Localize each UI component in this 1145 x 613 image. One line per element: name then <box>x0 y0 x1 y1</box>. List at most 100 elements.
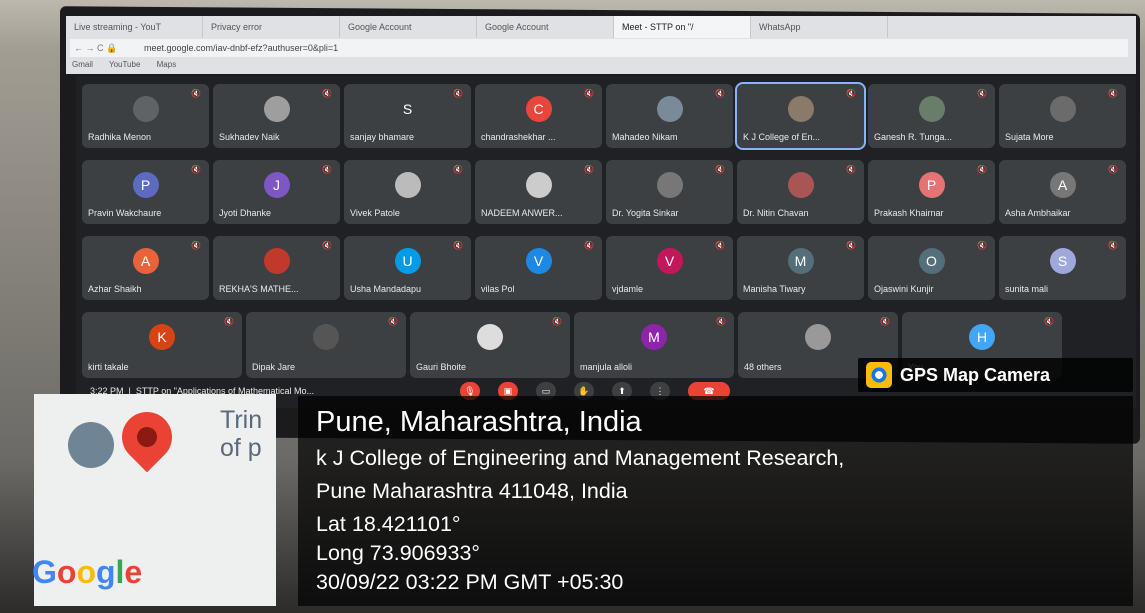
address-line-1: k J College of Engineering and Managemen… <box>316 446 845 470</box>
participant-avatar <box>263 96 290 122</box>
participant-name: Dr. Yogita Sinkar <box>612 208 679 218</box>
participant-tile[interactable]: P 🔇 Pravin Wakchaure <box>82 160 209 224</box>
participant-name: Gauri Bhoite <box>416 362 467 372</box>
participant-name: Ganesh R. Tunga... <box>874 132 953 142</box>
participant-avatar: S <box>1049 248 1076 274</box>
participant-avatar: A <box>1049 172 1076 198</box>
participant-tile[interactable]: 🔇 Gauri Bhoite <box>410 312 570 378</box>
participant-tile[interactable]: V 🔇 vjdamle <box>606 236 733 300</box>
participant-tile[interactable]: 🔇 NADEEM ANWER... <box>475 160 602 224</box>
map-place-label: Trin of p <box>220 406 263 462</box>
browser-tab[interactable]: Google Account <box>477 16 614 38</box>
participant-tile[interactable]: K 🔇 kirti takale <box>82 312 242 378</box>
address-bar[interactable]: ← → C 🔒 meet.google.com/iav-dnbf-efz?auth… <box>70 39 1128 57</box>
education-place-icon <box>68 422 114 468</box>
muted-mic-icon: 🔇 <box>977 241 987 250</box>
participant-name: Manisha Tiwary <box>743 284 806 294</box>
browser-window: Live streaming - YouT Privacy error Google… <box>66 16 1136 74</box>
muted-mic-icon: 🔇 <box>453 241 463 250</box>
participant-avatar <box>787 172 814 198</box>
muted-mic-icon: 🔇 <box>584 165 594 174</box>
participant-tile[interactable]: 🔇 Dr. Yogita Sinkar <box>606 160 733 224</box>
bookmark-maps[interactable]: Maps <box>157 60 177 69</box>
participant-avatar: M <box>787 248 814 274</box>
participant-tile[interactable]: M 🔇 Manisha Tiwary <box>737 236 864 300</box>
participant-tile[interactable]: 🔇 Vivek Patole <box>344 160 471 224</box>
participant-tile[interactable]: 🔇 REKHA'S MATHE... <box>213 236 340 300</box>
participant-name: manjula alloli <box>580 362 633 372</box>
participant-name: Sukhadev Naik <box>219 132 280 142</box>
participant-tile[interactable]: 🔇 K J College of En... <box>735 82 866 150</box>
gps-map-camera-badge: GPS Map Camera <box>858 358 1133 392</box>
participant-tile[interactable]: C 🔇 chandrashekhar ... <box>475 84 602 148</box>
browser-tab[interactable]: Privacy error <box>203 16 340 38</box>
participant-name: Jyoti Dhanke <box>219 208 272 218</box>
address-line-2: Pune Maharashtra 411048, India <box>316 479 628 503</box>
bookmark-youtube[interactable]: YouTube <box>109 60 140 69</box>
participant-avatar <box>787 96 814 122</box>
participant-tile[interactable]: 🔇 Mahadeo Nikam <box>606 84 733 148</box>
participant-tile[interactable]: 🔇 Radhika Menon <box>82 84 209 148</box>
participant-name: kirti takale <box>88 362 129 372</box>
muted-mic-icon: 🔇 <box>715 89 725 98</box>
participant-avatar: V <box>656 248 683 274</box>
participant-tile[interactable]: 🔇 Dipak Jare <box>246 312 406 378</box>
muted-mic-icon: 🔇 <box>584 241 594 250</box>
participant-name: Azhar Shaikh <box>88 284 142 294</box>
participant-name: Prakash Khairnar <box>874 208 944 218</box>
latitude: Lat 18.421101° <box>316 512 461 536</box>
participant-tile[interactable]: 🔇 Ganesh R. Tunga... <box>868 84 995 148</box>
participant-tile[interactable]: A 🔇 Asha Ambhaikar <box>999 160 1126 224</box>
participant-tile[interactable]: J 🔇 Jyoti Dhanke <box>213 160 340 224</box>
muted-mic-icon: 🔇 <box>552 317 562 326</box>
muted-mic-icon: 🔇 <box>453 89 463 98</box>
participant-avatar <box>394 172 421 198</box>
browser-tab[interactable]: WhatsApp <box>751 16 888 38</box>
participant-tile[interactable]: 🔇 Sukhadev Naik <box>213 84 340 148</box>
participant-avatar: S <box>394 96 421 122</box>
gps-camera-logo-icon <box>866 362 892 388</box>
participant-tile[interactable]: A 🔇 Azhar Shaikh <box>82 236 209 300</box>
participant-name: Mahadeo Nikam <box>612 132 678 142</box>
meet-grid: 🔇 Radhika Menon 🔇 Sukhadev Naik S 🔇 sanjay bha… <box>76 76 1136 406</box>
participant-avatar <box>656 172 683 198</box>
tab-strip: Live streaming - YouT Privacy error Google… <box>66 16 1136 38</box>
participant-tile[interactable]: S 🔇 sunita mali <box>999 236 1126 300</box>
participant-name: Vivek Patole <box>350 208 400 218</box>
participant-tile[interactable]: 🔇 Sujata More <box>999 84 1126 148</box>
participant-avatar: C <box>525 96 552 122</box>
participant-tile[interactable]: U 🔇 Usha Mandadapu <box>344 236 471 300</box>
participant-avatar: A <box>132 248 159 274</box>
browser-tab[interactable]: Google Account <box>340 16 477 38</box>
participant-name: K J College of En... <box>743 132 821 142</box>
muted-mic-icon: 🔇 <box>322 165 332 174</box>
browser-tab[interactable]: Meet - STTP on "/ <box>614 16 751 38</box>
muted-mic-icon: 🔇 <box>977 165 987 174</box>
muted-mic-icon: 🔇 <box>880 317 890 326</box>
participant-avatar <box>1049 96 1076 122</box>
muted-mic-icon: 🔇 <box>715 165 725 174</box>
participant-avatar: V <box>525 248 552 274</box>
participant-tile[interactable]: P 🔇 Prakash Khairnar <box>868 160 995 224</box>
muted-mic-icon: 🔇 <box>846 89 856 98</box>
participant-name: Dipak Jare <box>252 362 296 372</box>
participant-avatar: J <box>263 172 290 198</box>
participant-name: vjdamle <box>612 284 644 294</box>
longitude: Long 73.906933° <box>316 541 481 565</box>
participant-tile[interactable]: M 🔇 manjula alloli <box>574 312 734 378</box>
nav-buttons[interactable]: ← → C 🔒 <box>70 39 144 57</box>
browser-tab[interactable]: Live streaming - YouT <box>66 16 203 38</box>
map-thumbnail: Trin of p Google <box>32 394 276 606</box>
google-logo: Google <box>32 554 143 590</box>
participant-name: Ojaswini Kunjir <box>874 284 934 294</box>
participant-tile[interactable]: O 🔇 Ojaswini Kunjir <box>868 236 995 300</box>
participant-tile[interactable]: V 🔇 vilas Pol <box>475 236 602 300</box>
participant-avatar <box>263 248 290 274</box>
muted-mic-icon: 🔇 <box>322 89 332 98</box>
bookmark-gmail[interactable]: Gmail <box>72 60 93 69</box>
muted-mic-icon: 🔇 <box>191 89 201 98</box>
location-info-panel: Pune, Maharashtra, India k J College of … <box>298 396 1133 606</box>
participant-tile[interactable]: S 🔇 sanjay bhamare <box>344 84 471 148</box>
muted-mic-icon: 🔇 <box>224 317 234 326</box>
participant-tile[interactable]: 🔇 Dr. Nitin Chavan <box>737 160 864 224</box>
